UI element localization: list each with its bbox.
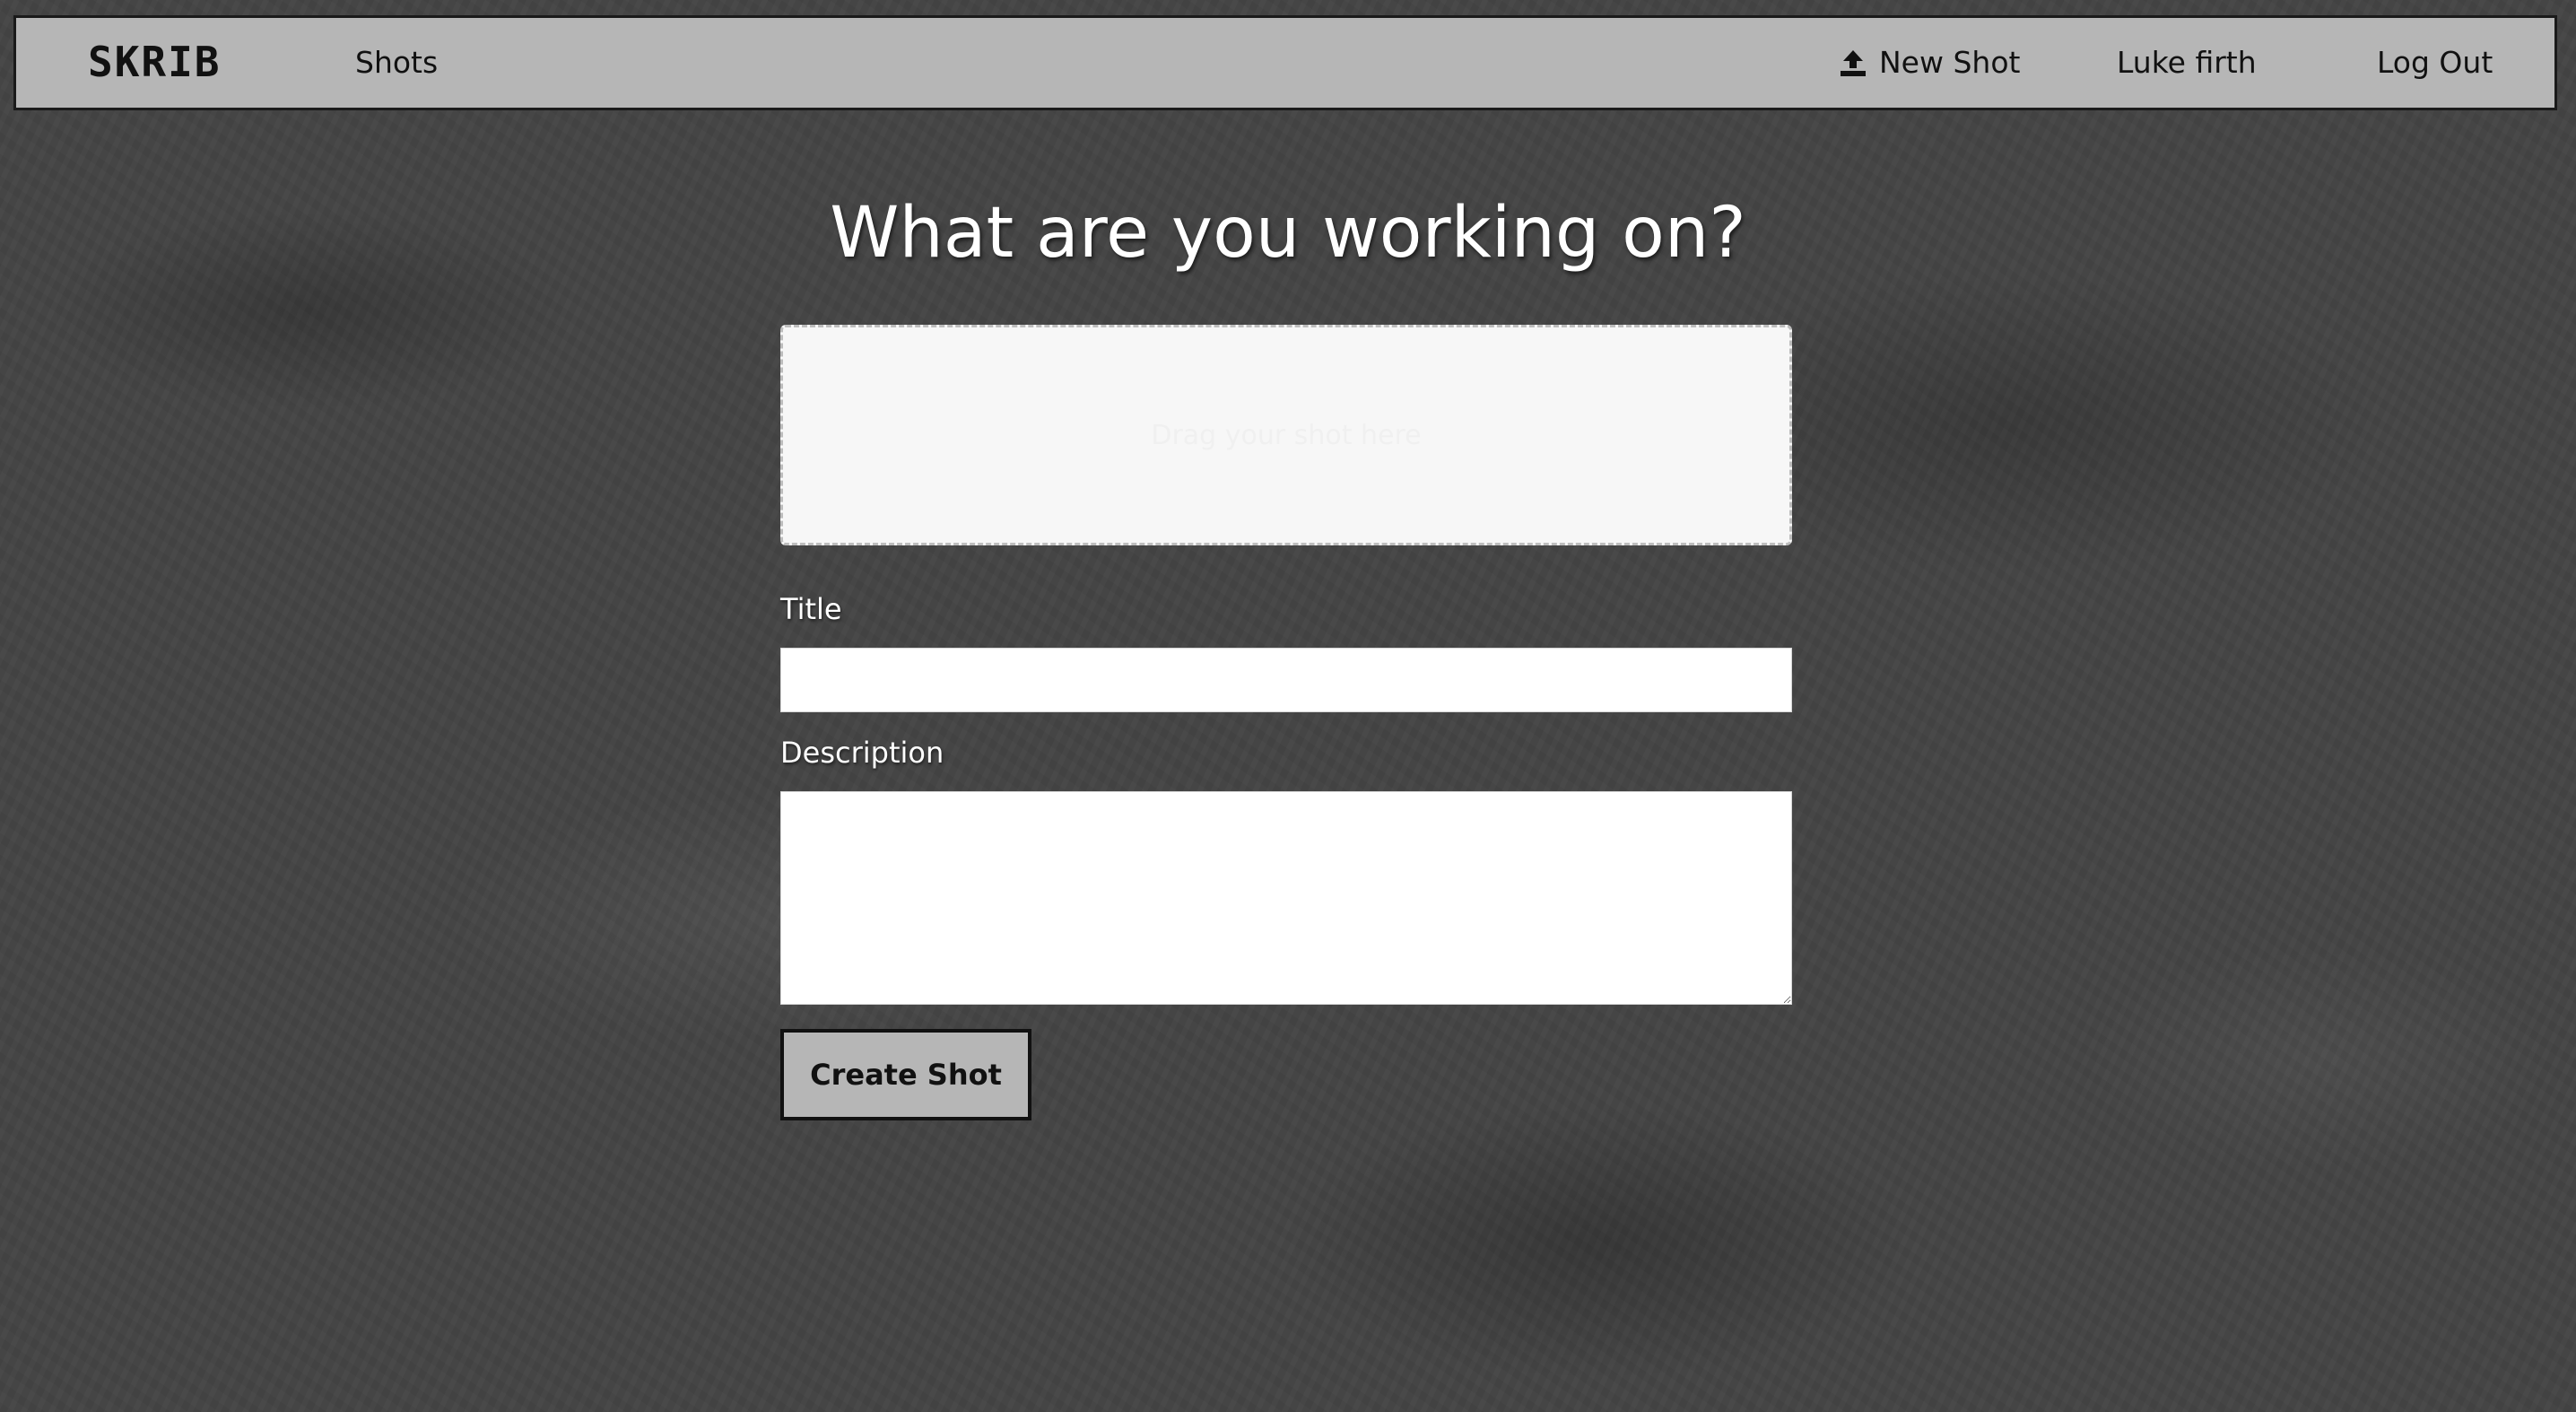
description-label: Description [780, 736, 944, 770]
upload-icon [1841, 50, 1866, 76]
nav-logout-link[interactable]: Log Out [2377, 18, 2493, 108]
title-input[interactable] [780, 648, 1792, 712]
top-navbar: SKRIB Shots New Shot Luke firth Log Out [13, 15, 2557, 110]
description-textarea[interactable] [780, 791, 1792, 1005]
shot-upload-dropzone[interactable]: Drag your shot here [780, 325, 1792, 545]
nav-user-profile-link[interactable]: Luke firth [2117, 18, 2257, 108]
dropzone-hint: Drag your shot here [1151, 419, 1422, 451]
nav-new-shot-label: New Shot [1879, 45, 2021, 80]
title-label: Title [780, 592, 842, 626]
nav-new-shot-link[interactable]: New Shot [1840, 18, 2020, 108]
create-shot-button[interactable]: Create Shot [780, 1029, 1031, 1120]
skrib-logo[interactable]: SKRIB [88, 38, 221, 86]
nav-shots-link[interactable]: Shots [355, 18, 438, 108]
page-title: What are you working on? [830, 193, 1746, 274]
